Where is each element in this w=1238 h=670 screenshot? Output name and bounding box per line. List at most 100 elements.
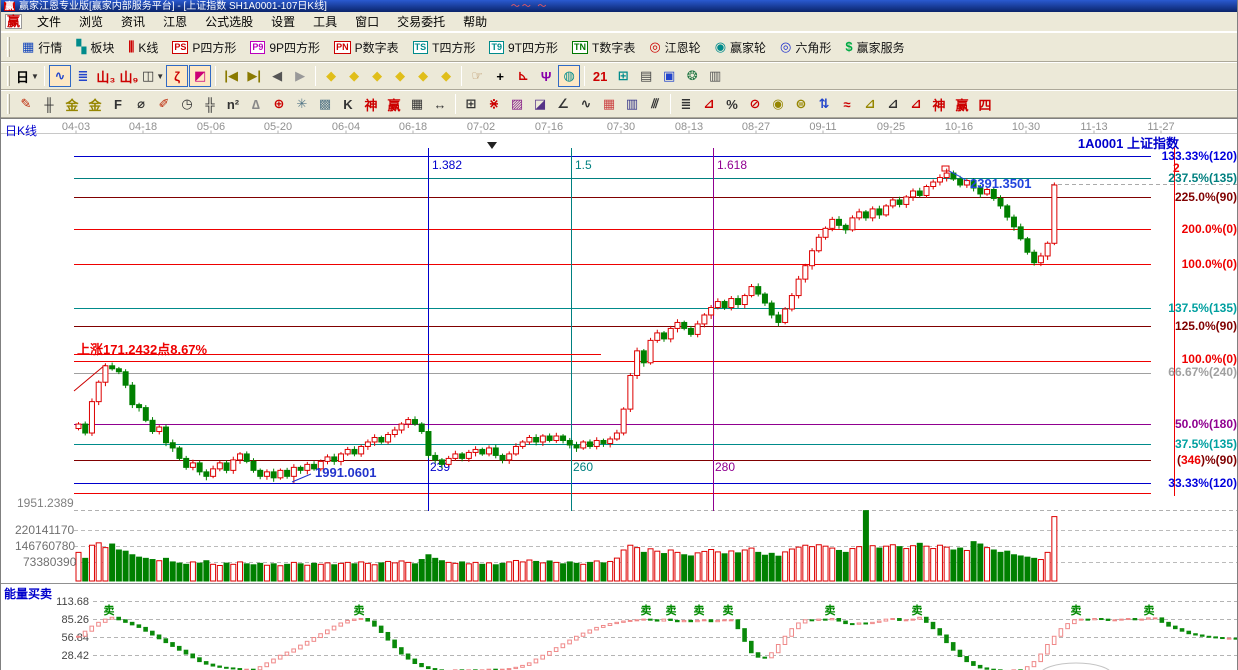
menu-item-6[interactable]: 工具: [304, 11, 346, 32]
toolbar-button-9T四方形[interactable]: T99T四方形: [483, 36, 564, 59]
tb2-button-22[interactable]: ☞: [466, 65, 488, 87]
tb3-button-14[interactable]: K: [337, 93, 359, 115]
toolbar-button-行情[interactable]: ▦行情: [16, 36, 68, 59]
tb2-button-20[interactable]: ◆: [435, 65, 457, 87]
tb2-button-6[interactable]: ◫▼: [141, 65, 165, 87]
toolbar-button-K线[interactable]: ⫼K线: [122, 36, 164, 59]
tb3-button-13[interactable]: ▩: [314, 93, 336, 115]
tb3-button-30[interactable]: ≣: [675, 93, 697, 115]
tb3-button-35[interactable]: ⊜: [790, 93, 812, 115]
toolbar-grip[interactable]: [7, 66, 10, 86]
tb3-button-11[interactable]: ⊕: [268, 93, 290, 115]
tb2-button-12[interactable]: ◀: [266, 65, 288, 87]
tb2-button-33[interactable]: ▥: [704, 65, 726, 87]
tb2-button-13[interactable]: ▶: [289, 65, 311, 87]
toolbar-button-赢家服务[interactable]: $赢家服务: [839, 36, 910, 59]
toolbar-button-P数字表[interactable]: PNP数字表: [328, 36, 405, 59]
tb2-button-0[interactable]: 日▼: [15, 65, 40, 87]
tb3-button-43[interactable]: 四: [974, 93, 996, 115]
toolbar-button-六角形[interactable]: ◎六角形: [774, 36, 837, 59]
tb2-button-23[interactable]: +: [489, 65, 511, 87]
menu-item-9[interactable]: 帮助: [454, 11, 496, 32]
tb3-button-8[interactable]: ╬: [199, 93, 221, 115]
tb2-button-30[interactable]: ▤: [635, 65, 657, 87]
tb3-button-15[interactable]: 神: [360, 93, 382, 115]
tb3-button-28[interactable]: ⫻: [644, 93, 666, 115]
toolbar-button-9P四方形[interactable]: P99P四方形: [244, 36, 326, 59]
menu-item-2[interactable]: 资讯: [112, 11, 154, 32]
tb3-button-38[interactable]: ⊿: [859, 93, 881, 115]
tb3-button-1[interactable]: ╫: [38, 93, 60, 115]
tb3-button-27[interactable]: ▥: [621, 93, 643, 115]
tb2-button-7[interactable]: ζ: [166, 65, 188, 87]
menu-item-3[interactable]: 江恩: [154, 11, 196, 32]
toolbar-button-江恩轮[interactable]: ◎江恩轮: [643, 36, 706, 59]
tb3-button-17[interactable]: ▦: [406, 93, 428, 115]
tb3-button-0[interactable]: ✎: [15, 93, 37, 115]
tb3-button-41[interactable]: 神: [928, 93, 950, 115]
tb2-button-16[interactable]: ◆: [343, 65, 365, 87]
tb3-button-40[interactable]: ⊿: [905, 93, 927, 115]
tb3-button-7[interactable]: ◷: [176, 93, 198, 115]
toolbar-grip[interactable]: [7, 37, 10, 57]
menu-item-4[interactable]: 公式选股: [196, 11, 262, 32]
tb3-button-26[interactable]: ▦: [598, 93, 620, 115]
tb3-button-31[interactable]: ⊿: [698, 93, 720, 115]
tb2-button-19[interactable]: ◆: [412, 65, 434, 87]
toolbar-grip[interactable]: [7, 94, 10, 114]
tb3-button-34[interactable]: ◉: [767, 93, 789, 115]
tb2-button-24[interactable]: ⊾: [512, 65, 534, 87]
tb3-button-16[interactable]: 赢: [383, 93, 405, 115]
tb2-button-32[interactable]: ❂: [681, 65, 703, 87]
tb2-button-4[interactable]: 山₃: [95, 65, 117, 87]
toolbar-button-T四方形[interactable]: TST四方形: [407, 36, 482, 59]
tb3-button-12[interactable]: ✳: [291, 93, 313, 115]
tb2-button-5[interactable]: 山₉: [118, 65, 140, 87]
menu-item-7[interactable]: 窗口: [346, 11, 388, 32]
tb3-button-25[interactable]: ∿: [575, 93, 597, 115]
tb3-button-10[interactable]: ∆: [245, 93, 267, 115]
tb2-button-15[interactable]: ◆: [320, 65, 342, 87]
tb2-button-18[interactable]: ◆: [389, 65, 411, 87]
menu-item-1[interactable]: 浏览: [70, 11, 112, 32]
dropdown-arrow-icon[interactable]: ▼: [156, 72, 164, 81]
tb3-button-2[interactable]: 金: [61, 93, 83, 115]
tb3-button-36[interactable]: ⇅: [813, 93, 835, 115]
tb3-button-22[interactable]: ▨: [506, 93, 528, 115]
toolbar-button-P四方形[interactable]: PSP四方形: [166, 36, 242, 59]
tb3-button-23[interactable]: ◪: [529, 93, 551, 115]
tb3-button-4[interactable]: F: [107, 93, 129, 115]
tb2-button-3[interactable]: ≣: [72, 65, 94, 87]
tb2-button-31[interactable]: ▣: [658, 65, 680, 87]
menu-item-8[interactable]: 交易委托: [388, 11, 454, 32]
tb2-button-17[interactable]: ◆: [366, 65, 388, 87]
tb3-button-21[interactable]: ⋇: [483, 93, 505, 115]
tb3-button-33[interactable]: ⊘: [744, 93, 766, 115]
tb2-button-10[interactable]: |◀: [220, 65, 242, 87]
tb3-button-32[interactable]: %: [721, 93, 743, 115]
tb2-button-11[interactable]: ▶|: [243, 65, 265, 87]
tb3-button-24[interactable]: ∠: [552, 93, 574, 115]
toolbar-button-板块[interactable]: ▚板块: [70, 36, 120, 59]
toolbar-button-T数字表[interactable]: TNT数字表: [566, 36, 641, 59]
tb2-button-2[interactable]: ∿: [49, 65, 71, 87]
chart-region[interactable]: 04-0304-1805-0605-2006-0406-1807-0207-16…: [1, 118, 1238, 670]
tb3-button-42[interactable]: 赢: [951, 93, 973, 115]
tb2-button-25[interactable]: Ψ: [535, 65, 557, 87]
tb3-button-37[interactable]: ≈: [836, 93, 858, 115]
tb3-button-20[interactable]: ⊞: [460, 93, 482, 115]
tb3-button-18[interactable]: ↔: [429, 93, 451, 115]
tb2-button-29[interactable]: ⊞: [612, 65, 634, 87]
tb3-button-3[interactable]: 金: [84, 93, 106, 115]
toolbar-button-赢家轮[interactable]: ◉赢家轮: [709, 36, 772, 59]
tb3-button-9[interactable]: n²: [222, 93, 244, 115]
tb3-button-6[interactable]: ✐: [153, 93, 175, 115]
menu-item-5[interactable]: 设置: [262, 11, 304, 32]
tb3-button-39[interactable]: ⊿: [882, 93, 904, 115]
tb2-button-26[interactable]: ◍: [558, 65, 580, 87]
tb2-button-8[interactable]: ◩: [189, 65, 211, 87]
chart-canvas[interactable]: 04-0304-1805-0605-2006-0406-1807-0207-16…: [1, 119, 1238, 670]
tb2-button-28[interactable]: 21: [589, 65, 611, 87]
menu-item-0[interactable]: 文件: [28, 11, 70, 32]
dropdown-arrow-icon[interactable]: ▼: [31, 72, 39, 81]
